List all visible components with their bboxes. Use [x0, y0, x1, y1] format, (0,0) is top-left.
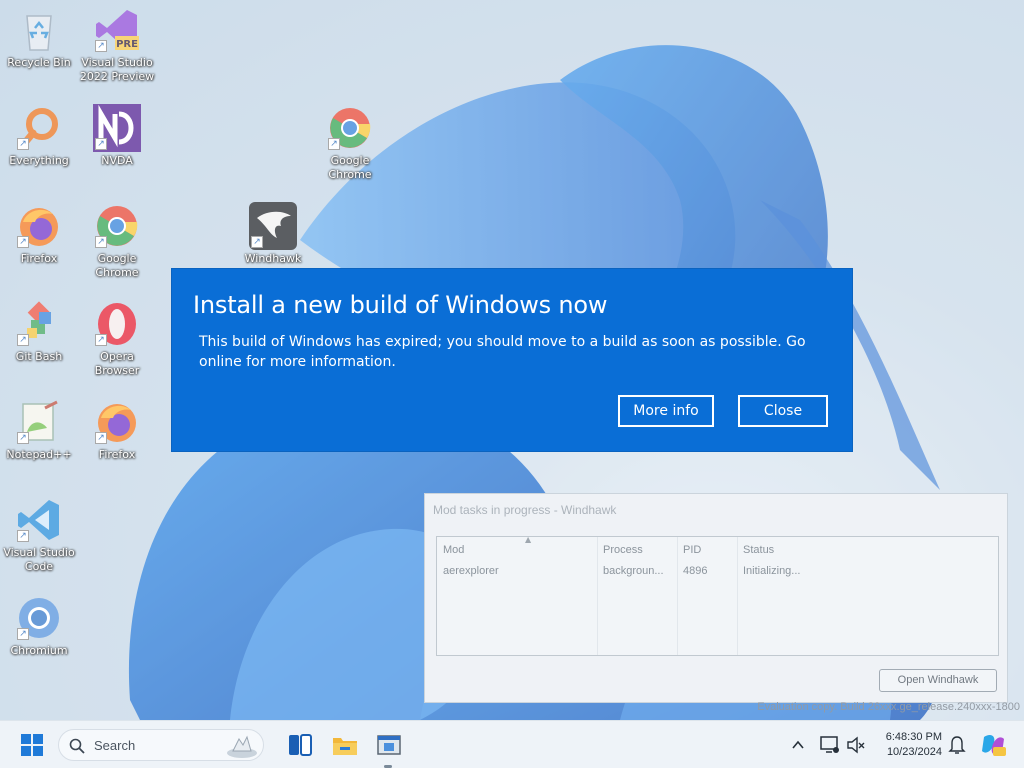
taskbar-clock[interactable]: 6:48:30 PM 10/23/2024 [870, 730, 942, 760]
network-icon [820, 736, 839, 753]
clock-time: 6:48:30 PM [885, 731, 942, 743]
banner-title: Install a new build of Windows now [193, 291, 608, 319]
notifications-button[interactable] [948, 735, 966, 755]
start-icon [21, 734, 43, 756]
chevron-up-icon [792, 740, 804, 749]
windhawk-taskbar-button[interactable] [376, 733, 402, 757]
network-button[interactable] [820, 735, 840, 755]
volume-muted-icon [847, 736, 865, 754]
file-explorer-button[interactable] [332, 733, 358, 757]
clock-date: 10/23/2024 [886, 746, 942, 758]
copilot-button[interactable] [980, 733, 1006, 757]
taskbar-search-box[interactable]: Search [58, 729, 264, 761]
task-view-button[interactable] [287, 733, 313, 757]
more-info-button[interactable]: More info [618, 395, 714, 427]
taskbar: Search 6:48:30 PM 10/23/2024 [0, 720, 1024, 768]
volume-button[interactable] [846, 735, 866, 755]
notification-bell-icon [948, 736, 966, 754]
task-view-icon [289, 734, 312, 756]
show-hidden-icons-button[interactable] [790, 737, 806, 753]
search-icon [69, 738, 85, 754]
close-button[interactable]: Close [738, 395, 828, 427]
build-expired-banner: Install a new build of Windows now This … [172, 269, 852, 451]
search-placeholder: Search [94, 738, 136, 753]
start-button[interactable] [20, 733, 44, 757]
banner-message: This build of Windows has expired; you s… [199, 334, 806, 370]
file-explorer-icon [333, 738, 357, 755]
copilot-icon [982, 735, 1006, 756]
windhawk-taskbar-icon [377, 735, 401, 755]
search-highlight-icon [227, 735, 257, 758]
